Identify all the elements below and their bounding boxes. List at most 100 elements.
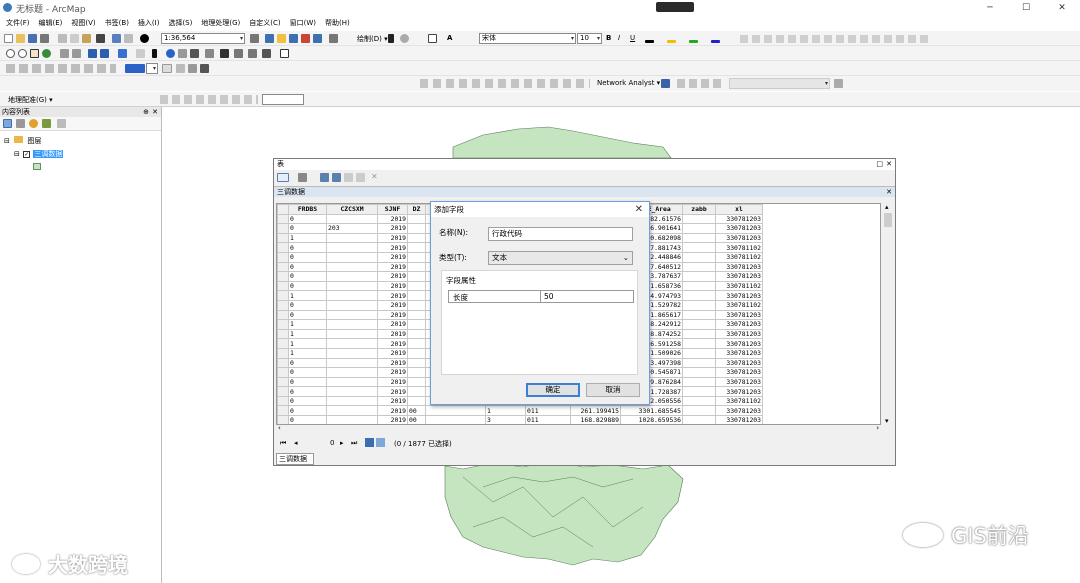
table-cell[interactable]: 330781203 <box>715 328 763 340</box>
fixed-zoom-in-icon[interactable] <box>60 49 69 58</box>
table-cell[interactable]: 0 <box>288 395 327 407</box>
table-cell[interactable] <box>407 357 426 369</box>
layer-visibility-checkbox[interactable]: ✓ <box>23 151 31 158</box>
table-cell[interactable]: 2019 <box>377 338 408 349</box>
first-record-icon[interactable]: ⏮ <box>280 439 286 448</box>
table-cell[interactable]: 00 <box>407 415 426 424</box>
arctoolbox-icon[interactable] <box>301 34 310 43</box>
table-cell[interactable]: 330781203 <box>715 213 763 225</box>
show-all-records-icon[interactable] <box>365 438 374 447</box>
find-icon[interactable] <box>190 49 199 58</box>
paste-icon[interactable] <box>82 34 91 43</box>
row-selector[interactable] <box>277 242 289 253</box>
table-cell[interactable]: 011 <box>525 405 571 417</box>
table-toolbar-close-icon[interactable]: ✕ <box>371 172 378 181</box>
network-props-icon[interactable] <box>834 79 843 88</box>
select-elements-icon[interactable] <box>388 34 394 43</box>
menu-customize[interactable]: 自定义(C) <box>249 18 280 28</box>
column-header[interactable]: zabb <box>682 204 716 215</box>
row-selector[interactable] <box>277 376 289 388</box>
rotate-icon[interactable] <box>400 34 409 43</box>
table-cell[interactable] <box>682 319 716 330</box>
ok-button[interactable]: 确定 <box>526 383 580 397</box>
table-cell[interactable] <box>407 338 426 349</box>
table-cell[interactable]: 0 <box>288 213 327 225</box>
table-cell[interactable] <box>326 415 378 424</box>
row-selector[interactable] <box>277 309 289 321</box>
table-cell[interactable]: 0 <box>288 367 327 378</box>
font-combo[interactable]: 宋体 ▾ <box>479 33 576 44</box>
table-cell[interactable] <box>682 309 716 321</box>
table-cell[interactable] <box>407 395 426 407</box>
table-cell[interactable]: 330781102 <box>715 242 763 253</box>
toc-pin-icon[interactable]: ⊕ <box>143 107 149 117</box>
table-cell[interactable] <box>682 251 716 263</box>
copy-icon[interactable] <box>70 34 79 43</box>
table-cell[interactable]: 3 <box>485 415 526 424</box>
network-analyst-menu[interactable]: Network Analyst ▾ <box>597 79 660 87</box>
table-cell[interactable]: 0 <box>288 299 327 311</box>
table-cell[interactable]: 2019 <box>377 415 408 424</box>
table-cell[interactable] <box>682 405 716 417</box>
text-tool[interactable]: A <box>447 34 452 42</box>
table-cell[interactable] <box>407 251 426 263</box>
table-cell[interactable] <box>682 338 716 349</box>
table-cell[interactable]: 0 <box>288 415 327 424</box>
cancel-button[interactable]: 取消 <box>586 383 640 397</box>
table-cell[interactable]: 1 <box>288 290 327 301</box>
hyperlink-icon[interactable] <box>220 49 229 58</box>
open-icon[interactable] <box>16 34 25 43</box>
row-selector[interactable] <box>277 395 289 407</box>
table-options-icon[interactable] <box>277 173 289 182</box>
row-selector[interactable] <box>277 386 289 397</box>
table-cell[interactable]: 203 <box>326 223 378 234</box>
table-cell[interactable] <box>407 347 426 359</box>
table-cell[interactable]: 330781102 <box>715 251 763 263</box>
table-cell[interactable]: 330781203 <box>715 376 763 388</box>
table-cell[interactable]: 1 <box>288 319 327 330</box>
table-cell[interactable]: 0 <box>288 251 327 263</box>
table-cell[interactable] <box>682 271 716 282</box>
save-icon[interactable] <box>28 34 37 43</box>
clear-selection-icon[interactable] <box>136 49 145 58</box>
menu-help[interactable]: 帮助(H) <box>325 18 350 28</box>
row-selector[interactable] <box>277 261 289 273</box>
table-cell[interactable]: 0 <box>288 386 327 397</box>
table-cell[interactable]: 1 <box>485 405 526 417</box>
table-cell[interactable] <box>326 251 378 263</box>
html-popup-icon[interactable] <box>178 49 187 58</box>
fill-color-icon[interactable] <box>667 40 676 43</box>
row-selector[interactable] <box>277 338 289 349</box>
print-icon[interactable] <box>40 34 49 43</box>
table-cell[interactable]: 011 <box>525 415 571 424</box>
table-cell[interactable] <box>682 290 716 301</box>
page-setup-icon[interactable] <box>188 64 197 73</box>
table-cell[interactable]: 0 <box>288 405 327 417</box>
select-elements-arrow-icon[interactable] <box>152 49 157 58</box>
list-by-visibility-icon[interactable] <box>29 119 38 128</box>
table-cell[interactable] <box>326 242 378 253</box>
table-cell[interactable]: 330781102 <box>715 395 763 407</box>
table-cell[interactable] <box>326 309 378 321</box>
table-cell[interactable]: 0 <box>288 357 327 369</box>
scale-combo[interactable]: 1:36,564 ▾ <box>161 33 245 44</box>
table-cell[interactable]: 2019 <box>377 223 408 234</box>
table-cell[interactable]: 330781203 <box>715 338 763 349</box>
table-cell[interactable]: 2019 <box>377 271 408 282</box>
table-cell[interactable] <box>326 280 378 292</box>
length-input[interactable]: 50 <box>544 292 554 301</box>
minimize-button[interactable]: ─ <box>972 0 1008 16</box>
pan-icon[interactable] <box>30 49 39 58</box>
row-selector[interactable] <box>277 280 289 292</box>
table-cell[interactable] <box>326 347 378 359</box>
layer-symbol-swatch[interactable] <box>33 163 41 170</box>
rectangle-icon[interactable] <box>428 34 437 43</box>
menu-windows[interactable]: 窗口(W) <box>290 18 316 28</box>
column-header[interactable]: FRDBS <box>288 204 327 215</box>
table-cell[interactable]: 2019 <box>377 405 408 417</box>
table-cell[interactable]: 2019 <box>377 261 408 273</box>
menu-file[interactable]: 文件(F) <box>6 18 30 28</box>
column-header[interactable]: CZCSXM <box>326 204 378 215</box>
column-header[interactable]: xl <box>715 204 763 215</box>
table-cell[interactable]: 330781203 <box>715 357 763 369</box>
